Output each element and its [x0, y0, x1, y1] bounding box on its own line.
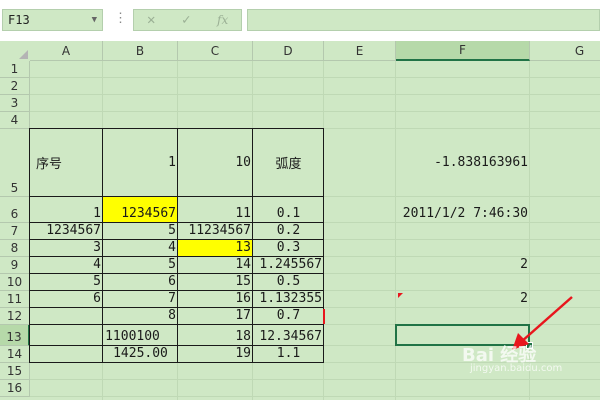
- row-header-8[interactable]: 8: [0, 240, 30, 257]
- column-header-d[interactable]: D: [253, 41, 324, 61]
- cell-f9[interactable]: 2: [396, 257, 530, 274]
- cell-d7[interactable]: 0.2: [253, 223, 324, 240]
- name-box[interactable]: F13 ▼: [2, 9, 103, 31]
- enter-icon[interactable]: ✓: [182, 12, 190, 28]
- column-header-b[interactable]: B: [103, 41, 178, 61]
- gridline-h: [30, 77, 600, 78]
- cell-b13[interactable]: 1100100: [103, 325, 178, 346]
- cell-b12[interactable]: 8: [103, 308, 178, 325]
- comment-indicator-icon: [398, 293, 403, 298]
- cell-d13[interactable]: 12.34567: [253, 325, 324, 346]
- cell-b6[interactable]: 1234567: [103, 197, 178, 223]
- cell-a11[interactable]: 6: [30, 291, 103, 308]
- row-header-1[interactable]: 1: [0, 61, 30, 78]
- cell-c7[interactable]: 11234567: [178, 223, 253, 240]
- row-header-2[interactable]: 2: [0, 78, 30, 95]
- row-header-4[interactable]: 4: [0, 112, 30, 129]
- column-header-c[interactable]: C: [178, 41, 253, 61]
- column-header-g[interactable]: G: [530, 41, 600, 61]
- column-header-a[interactable]: A: [30, 41, 103, 61]
- watermark-url: jingyan.baidu.com: [470, 363, 563, 374]
- cell-c5[interactable]: 10: [178, 129, 253, 197]
- red-marker: [323, 309, 325, 324]
- cell-c14[interactable]: 19: [178, 346, 253, 363]
- gridline-h: [30, 94, 600, 95]
- gridline-h: [30, 396, 600, 397]
- row-header-13[interactable]: 13: [0, 325, 30, 346]
- cell-f5[interactable]: -1.838163961: [396, 129, 530, 197]
- cell-b14[interactable]: 1425.00: [103, 346, 178, 363]
- cell-a8[interactable]: 3: [30, 240, 103, 257]
- formula-bar-separator-icon: ⋮: [114, 11, 127, 26]
- cell-d6[interactable]: 0.1: [253, 197, 324, 223]
- row-header-10[interactable]: 10: [0, 274, 30, 291]
- cell-f6[interactable]: 2011/1/2 7:46:30: [396, 197, 530, 223]
- row-header-3[interactable]: 3: [0, 95, 30, 112]
- cell-d10[interactable]: 0.5: [253, 274, 324, 291]
- cell-d9[interactable]: 1.245567: [253, 257, 324, 274]
- row-header-6[interactable]: 6: [0, 197, 30, 223]
- cell-a5[interactable]: 序号: [30, 129, 103, 197]
- row-header-9[interactable]: 9: [0, 257, 30, 274]
- cell-a10[interactable]: 5: [30, 274, 103, 291]
- cell-d11[interactable]: 1.132355: [253, 291, 324, 308]
- row-header-16[interactable]: 16: [0, 380, 30, 397]
- cell-a6[interactable]: 1: [30, 197, 103, 223]
- formula-bar-buttons: ✕ ✓ fx: [133, 9, 242, 31]
- cell-c6[interactable]: 11: [178, 197, 253, 223]
- cell-c8[interactable]: 13: [178, 240, 253, 257]
- column-header-e[interactable]: E: [324, 41, 396, 61]
- cell-d14[interactable]: 1.1: [253, 346, 324, 363]
- cell-c11[interactable]: 16: [178, 291, 253, 308]
- cell-c13[interactable]: 18: [178, 325, 253, 346]
- cell-c9[interactable]: 14: [178, 257, 253, 274]
- row-header-15[interactable]: 15: [0, 363, 30, 380]
- row-header-5[interactable]: 5: [0, 129, 30, 197]
- cell-b7[interactable]: 5: [103, 223, 178, 240]
- gridline-h: [30, 379, 600, 380]
- cell-d8[interactable]: 0.3: [253, 240, 324, 257]
- cell-b10[interactable]: 6: [103, 274, 178, 291]
- cancel-icon[interactable]: ✕: [147, 12, 155, 28]
- column-header-f[interactable]: F: [396, 41, 530, 61]
- cell-a9[interactable]: 4: [30, 257, 103, 274]
- cell-b5[interactable]: 1: [103, 129, 178, 197]
- formula-input[interactable]: [247, 9, 600, 31]
- cell-d12[interactable]: 0.7: [253, 308, 324, 325]
- row-header-12[interactable]: 12: [0, 308, 30, 325]
- cell-b8[interactable]: 4: [103, 240, 178, 257]
- chevron-down-icon[interactable]: ▼: [92, 10, 97, 30]
- gridline-h: [30, 111, 600, 112]
- select-all-corner[interactable]: [0, 41, 30, 61]
- spreadsheet-grid: A B C D E F G 1 2 3 4 5 6 7 8 9 10 11 12 13 14 15 16 序号 1 10 弧度 -1.…: [0, 41, 600, 400]
- cell-f11[interactable]: 2: [396, 291, 530, 308]
- cell-c10[interactable]: 15: [178, 274, 253, 291]
- cell-a7[interactable]: 1234567: [30, 223, 103, 240]
- cell-b9[interactable]: 5: [103, 257, 178, 274]
- select-all-icon: [19, 50, 28, 59]
- row-header-14[interactable]: 14: [0, 346, 30, 363]
- row-header-11[interactable]: 11: [0, 291, 30, 308]
- cell-b11[interactable]: 7: [103, 291, 178, 308]
- insert-function-icon[interactable]: fx: [217, 13, 228, 27]
- row-header-7[interactable]: 7: [0, 223, 30, 240]
- cell-d5[interactable]: 弧度: [253, 129, 324, 197]
- name-box-value: F13: [8, 13, 30, 27]
- formula-bar: F13 ▼ ⋮ ✕ ✓ fx: [0, 0, 600, 41]
- cell-c12[interactable]: 17: [178, 308, 253, 325]
